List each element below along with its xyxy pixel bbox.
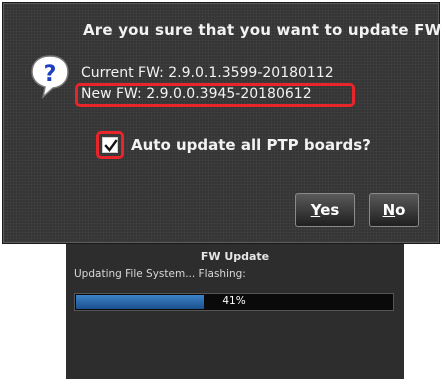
fw-update-title: FW Update bbox=[200, 250, 270, 263]
fw-update-progress-bar: 41% bbox=[74, 293, 394, 311]
yes-button[interactable]: Yes bbox=[295, 193, 355, 227]
no-button-label: No bbox=[382, 201, 406, 219]
svg-text:?: ? bbox=[44, 62, 57, 87]
dialog-question: Are you sure that you want to update FW? bbox=[83, 21, 442, 39]
no-button[interactable]: No bbox=[369, 193, 419, 227]
current-fw-text: Current FW: 2.9.0.1.3599-20180112 bbox=[81, 65, 334, 81]
fw-update-status: Updating File System... Flashing: bbox=[74, 268, 246, 280]
update-fw-dialog: Are you sure that you want to update FW?… bbox=[2, 2, 442, 244]
auto-update-label[interactable]: Auto update all PTP boards? bbox=[131, 136, 371, 154]
auto-update-checkbox[interactable] bbox=[102, 137, 118, 153]
fw-update-panel: FW Update Updating File System... Flashi… bbox=[66, 243, 404, 379]
new-fw-text: New FW: 2.9.0.0.3945-20180612 bbox=[81, 86, 312, 102]
progress-percent: 41% bbox=[222, 295, 246, 307]
question-icon: ? bbox=[29, 53, 71, 103]
checkmark-icon bbox=[104, 139, 118, 152]
yes-button-label: Yes bbox=[310, 201, 340, 219]
